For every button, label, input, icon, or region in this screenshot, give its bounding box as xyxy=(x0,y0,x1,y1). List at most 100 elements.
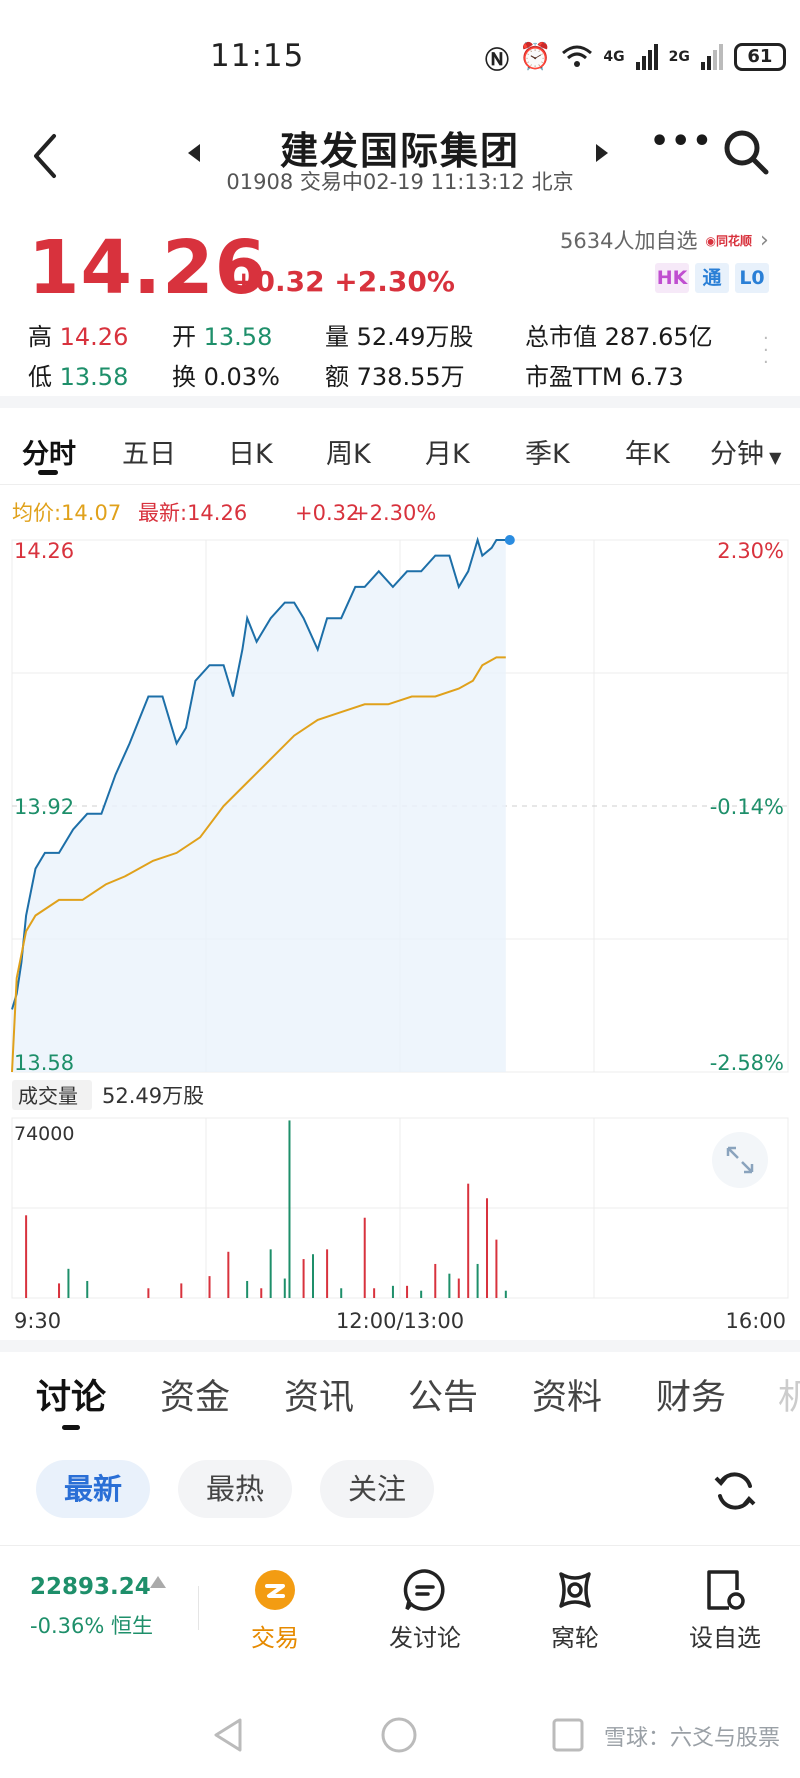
volume-bar-13 xyxy=(302,1259,305,1298)
section-divider xyxy=(0,396,800,408)
quote-panel: 14.26 +0.32 +2.30% 5634人加自选 ◉同花顺 › HK 通 … xyxy=(0,205,800,395)
tab-news[interactable]: 资讯 xyxy=(284,1369,354,1420)
refresh-icon[interactable] xyxy=(712,1468,758,1514)
volume-bar-9 xyxy=(260,1288,263,1298)
filter-latest[interactable]: 最新 xyxy=(36,1460,150,1518)
volume-bar-17 xyxy=(363,1217,366,1298)
stat-open: 开 13.58 xyxy=(172,323,273,351)
filter-hot[interactable]: 最热 xyxy=(178,1460,292,1518)
content-tabs: 讨论 资金 资讯 公告 资料 财务 机 xyxy=(0,1355,800,1435)
volume-bar-12 xyxy=(288,1120,291,1298)
volume-bar-18 xyxy=(373,1288,376,1298)
section-divider-2 xyxy=(0,1340,800,1352)
expand-stats-icon[interactable]: · · · xyxy=(763,330,769,372)
tab-funds[interactable]: 资金 xyxy=(160,1369,230,1420)
prev-stock-icon[interactable] xyxy=(188,144,200,162)
tab-indicator-bottom xyxy=(62,1425,80,1430)
volume-bar-6 xyxy=(208,1276,211,1298)
followers-count: 5634人加自选 xyxy=(560,229,698,253)
legend-pct: +2.30% xyxy=(352,501,436,525)
volume-bar-10 xyxy=(269,1249,272,1298)
trade-button[interactable]: 交易 xyxy=(220,1568,330,1653)
volume-bar-1 xyxy=(58,1283,61,1298)
volume-max-label: 74000 xyxy=(14,1123,74,1145)
status-bar: 11:15 Ⓝ ⏰ 4G 2G 61 xyxy=(0,0,800,110)
y-label-right-1: -0.14% xyxy=(710,795,784,819)
legend-latest: 最新:14.26 xyxy=(138,501,247,525)
volume-bar-27 xyxy=(486,1198,489,1298)
add-watchlist-button[interactable]: 设自选 xyxy=(670,1568,780,1653)
y-label-right-0: 2.30% xyxy=(717,539,784,563)
stat-market-cap: 总市值 287.65亿 xyxy=(525,323,713,351)
tab-year-k[interactable]: 年K xyxy=(625,432,670,471)
tab-day-k[interactable]: 日K xyxy=(228,432,273,471)
intraday-chart[interactable]: 均价:14.07 最新:14.26 +0.32+2.30% 14.26 13.92 13… xyxy=(0,490,800,1340)
tab-profile[interactable]: 资料 xyxy=(532,1369,602,1420)
volume-bar-14 xyxy=(311,1254,314,1298)
chat-icon xyxy=(403,1569,445,1611)
volume-bar-23 xyxy=(448,1273,451,1298)
trade-icon xyxy=(255,1570,295,1610)
nav-back-icon[interactable] xyxy=(210,1716,246,1754)
tab-discussion[interactable]: 讨论 xyxy=(36,1369,106,1420)
volume-bar-25 xyxy=(467,1183,470,1298)
trade-label: 交易 xyxy=(251,1624,299,1652)
nav-recents-icon[interactable] xyxy=(550,1716,586,1754)
index-change-line: -0.36% 恒生 xyxy=(30,1614,153,1638)
volume-bar-0 xyxy=(25,1215,28,1298)
stock-status-line: 01908 交易中02-19 11:13:12 北京 xyxy=(226,170,574,194)
stat-low: 低 13.58 xyxy=(28,363,129,391)
volume-bar-15 xyxy=(326,1249,329,1298)
index-value: 22893.24 xyxy=(30,1574,151,1600)
tab-more[interactable]: 机 xyxy=(778,1369,800,1420)
x-label-2: 16:00 xyxy=(725,1309,786,1333)
tab-five-day[interactable]: 五日 xyxy=(122,432,176,471)
y-label-left-1: 13.92 xyxy=(14,795,74,819)
badge-hk: HK xyxy=(655,263,689,293)
signal-4g-icon xyxy=(635,44,658,70)
add-watchlist-label: 设自选 xyxy=(689,1624,761,1652)
system-nav-bar: 雪球：六爻与股票 xyxy=(0,1690,800,1778)
tab-week-k[interactable]: 周K xyxy=(326,432,371,471)
back-arrow-icon[interactable] xyxy=(26,130,66,182)
dropdown-icon: ▼ xyxy=(764,448,782,467)
volume-bar-24 xyxy=(457,1278,460,1298)
signal-2g-icon xyxy=(700,44,723,70)
volume-bar-8 xyxy=(246,1280,249,1298)
tab-quarter-k[interactable]: 季K xyxy=(525,432,570,471)
next-stock-icon[interactable] xyxy=(596,144,608,162)
signal-4g-label: 4G xyxy=(603,49,625,65)
index-ticker[interactable]: 22893.24 -0.36% 恒生 xyxy=(30,1574,153,1640)
volume-bar-26 xyxy=(476,1263,479,1298)
followers-link[interactable]: 5634人加自选 ◉同花顺 › xyxy=(560,225,769,255)
post-discussion-button[interactable]: 发讨论 xyxy=(370,1568,480,1653)
tab-month-k[interactable]: 月K xyxy=(425,432,470,471)
tab-intraday[interactable]: 分时 xyxy=(22,432,76,471)
legend-change: +0.32 xyxy=(295,501,359,525)
x-label-1: 12:00/13:00 xyxy=(336,1309,464,1333)
expand-chart-icon-bg xyxy=(712,1132,768,1188)
nav-home-icon[interactable] xyxy=(380,1716,418,1754)
volume-bar-16 xyxy=(340,1288,343,1298)
more-options-icon[interactable]: ••• xyxy=(650,124,714,159)
stat-turnover: 换 0.03% xyxy=(172,363,280,391)
tab-announcements[interactable]: 公告 xyxy=(408,1369,478,1420)
watermark: 雪球：六爻与股票 xyxy=(603,1726,780,1751)
nfc-icon: Ⓝ xyxy=(485,45,509,74)
battery-icon: 61 xyxy=(733,43,786,71)
volume-bar-19 xyxy=(391,1285,394,1298)
volume-bar-3 xyxy=(86,1280,89,1298)
search-icon[interactable] xyxy=(722,128,770,176)
filter-following[interactable]: 关注 xyxy=(320,1460,434,1518)
chevron-right-icon: › xyxy=(759,227,769,253)
legend-avg: 均价:14.07 xyxy=(12,501,121,525)
y-label-left-0: 14.26 xyxy=(14,539,74,563)
y-label-left-2: 13.58 xyxy=(14,1051,74,1075)
volume-bar-21 xyxy=(420,1290,423,1298)
expand-chart-icon[interactable] xyxy=(712,1132,768,1188)
tab-financials[interactable]: 财务 xyxy=(656,1369,726,1420)
volume-bar-7 xyxy=(227,1251,230,1298)
tab-minute[interactable]: 分钟 ▼ xyxy=(710,432,781,471)
warrant-icon xyxy=(559,1572,591,1608)
warrants-button[interactable]: 窝轮 xyxy=(520,1568,630,1653)
